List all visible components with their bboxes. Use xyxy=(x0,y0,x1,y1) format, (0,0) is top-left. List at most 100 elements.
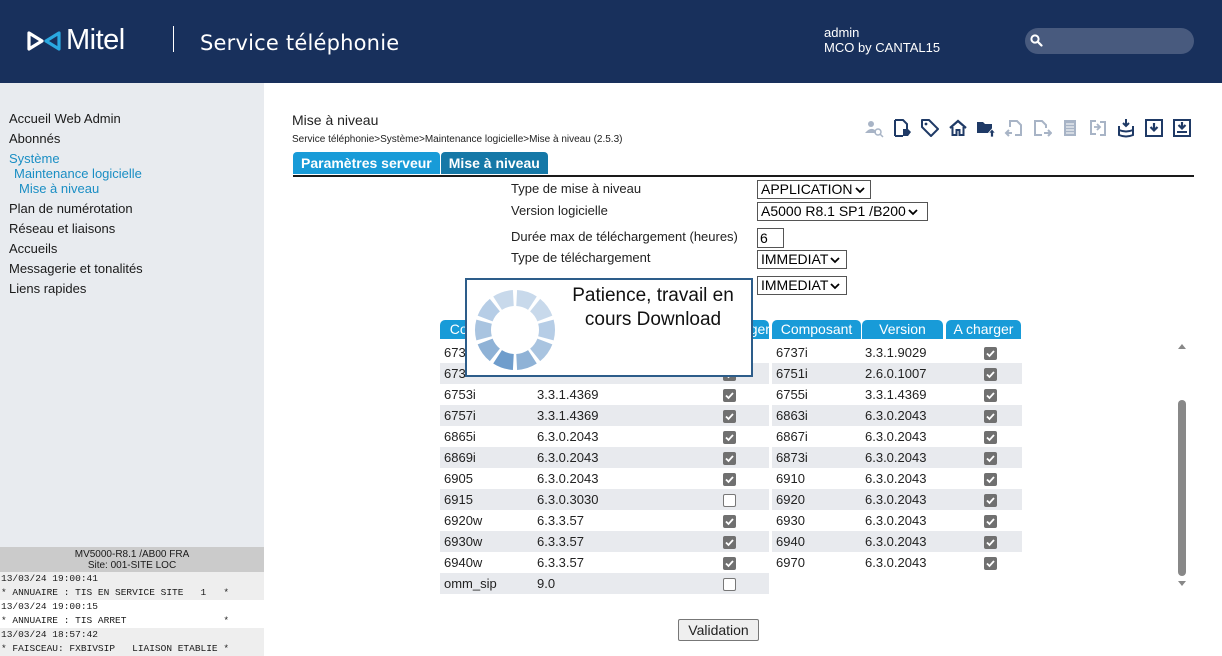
scroll-down-arrow[interactable] xyxy=(1178,581,1186,586)
load-checkbox[interactable] xyxy=(723,536,736,549)
max-duration-input[interactable] xyxy=(757,228,784,248)
table-row: 6863i 6.3.0.2043 xyxy=(772,405,1022,426)
load-checkbox[interactable] xyxy=(984,410,997,423)
sidebar-item-plan-de-numerotation[interactable]: Plan de numérotation xyxy=(9,201,133,216)
save-download-button[interactable] xyxy=(1171,117,1193,139)
sidebar-item-maintenance-logicielle[interactable]: Maintenance logicielle xyxy=(14,166,142,181)
document-export-button[interactable] xyxy=(1031,117,1053,139)
busy-message: Patience, travail en cours Download xyxy=(572,285,734,330)
component-name: 6920 xyxy=(776,492,805,507)
search-icon[interactable] xyxy=(1030,34,1043,47)
load-checkbox[interactable] xyxy=(723,410,736,423)
load-checkbox[interactable] xyxy=(984,389,997,402)
database-download-button[interactable] xyxy=(1115,117,1137,139)
load-checkbox[interactable] xyxy=(723,431,736,444)
spinner-segment xyxy=(477,298,500,322)
component-name: 6753i xyxy=(444,387,476,402)
component-version: 6.3.0.2043 xyxy=(537,429,599,444)
load-checkbox[interactable] xyxy=(984,347,997,360)
load-checkbox[interactable] xyxy=(723,452,736,465)
component-version: 6.3.0.2043 xyxy=(537,471,599,486)
load-checkbox[interactable] xyxy=(723,578,736,591)
load-checkbox[interactable] xyxy=(723,473,736,486)
component-version: 6.3.0.2043 xyxy=(865,408,927,423)
table-row: 6753i 3.3.1.4369 xyxy=(440,384,769,405)
check-icon xyxy=(986,371,995,379)
search-input[interactable] xyxy=(1047,31,1187,51)
activation-type-select[interactable]: IMMEDIAT xyxy=(757,276,847,295)
validation-button[interactable]: Validation xyxy=(678,619,759,641)
chevron-down-icon xyxy=(830,256,841,263)
user-search-button[interactable] xyxy=(863,117,885,139)
sidebar-item-liens-rapides[interactable]: Liens rapides xyxy=(9,281,86,296)
mitel-logo[interactable]: Mitel xyxy=(26,24,125,57)
check-icon xyxy=(725,434,734,442)
load-checkbox[interactable] xyxy=(984,452,997,465)
check-icon xyxy=(986,560,995,568)
software-version-label: Version logicielle xyxy=(511,203,608,218)
page-title: Mise à niveau xyxy=(292,112,379,128)
sidebar-item-messagerie-et-tonalites[interactable]: Messagerie et tonalités xyxy=(9,261,143,276)
table-row: 6920w 6.3.3.57 xyxy=(440,510,769,531)
check-icon xyxy=(725,518,734,526)
load-checkbox[interactable] xyxy=(984,368,997,381)
load-checkbox[interactable] xyxy=(723,494,736,507)
sidebar-item-accueil-web-admin[interactable]: Accueil Web Admin xyxy=(9,111,121,126)
table-row: 6920 6.3.0.2043 xyxy=(772,489,1022,510)
download-box-button[interactable] xyxy=(1143,117,1165,139)
sidebar-item-reseau-et-liaisons[interactable]: Réseau et liaisons xyxy=(9,221,115,236)
document-import-button[interactable] xyxy=(1003,117,1025,139)
check-icon xyxy=(725,560,734,568)
tab-bar: Paramètres serveur Mise à niveau xyxy=(293,152,549,174)
table-row: 6910 6.3.0.2043 xyxy=(772,468,1022,489)
right-header-a-charger: A charger xyxy=(946,320,1021,339)
load-checkbox[interactable] xyxy=(984,557,997,570)
table-row: 6940 6.3.0.2043 xyxy=(772,531,1022,552)
download-type-select[interactable]: IMMEDIAT xyxy=(757,250,847,269)
component-version: 3.3.1.4369 xyxy=(537,387,599,402)
swap-button[interactable] xyxy=(1087,117,1109,139)
load-checkbox[interactable] xyxy=(984,473,997,486)
load-checkbox[interactable] xyxy=(984,536,997,549)
check-icon xyxy=(725,413,734,421)
scroll-up-arrow[interactable] xyxy=(1178,344,1186,349)
software-version-select[interactable]: A5000 R8.1 SP1 /B200 xyxy=(757,202,928,221)
list-button[interactable] xyxy=(1059,117,1081,139)
user-name: admin xyxy=(824,25,860,40)
brand-name: Mitel xyxy=(66,24,125,56)
log-entry: 13/03/24 19:00:41 * ANNUAIRE : TIS EN SE… xyxy=(0,572,264,600)
load-checkbox[interactable] xyxy=(723,515,736,528)
component-version: 6.3.0.3030 xyxy=(537,492,599,507)
sidebar-item-systeme[interactable]: Système xyxy=(9,151,60,166)
tab-parametres-serveur[interactable]: Paramètres serveur xyxy=(293,152,440,174)
scrollbar[interactable] xyxy=(1176,338,1188,593)
tab-mise-a-niveau[interactable]: Mise à niveau xyxy=(440,152,548,174)
load-checkbox[interactable] xyxy=(723,389,736,402)
component-version: 6.3.3.57 xyxy=(537,513,584,528)
load-checkbox[interactable] xyxy=(984,431,997,444)
tag-icon xyxy=(921,119,939,137)
scroll-thumb[interactable] xyxy=(1178,400,1186,576)
upgrade-type-select[interactable]: APPLICATION xyxy=(757,180,871,199)
sidebar-item-mise-a-niveau[interactable]: Mise à niveau xyxy=(19,181,99,196)
sidebar-item-abonnes[interactable]: Abonnés xyxy=(9,131,60,146)
component-name: 6910 xyxy=(776,471,805,486)
right-header-composant: Composant xyxy=(772,320,861,339)
spinner-segment xyxy=(477,338,500,362)
document-tag-button[interactable] xyxy=(891,117,913,139)
search-box[interactable] xyxy=(1025,28,1194,54)
check-icon xyxy=(986,497,995,505)
table-row: 6873i 6.3.0.2043 xyxy=(772,447,1022,468)
load-checkbox[interactable] xyxy=(984,494,997,507)
right-header-version: Version xyxy=(862,320,943,339)
component-name: 6920w xyxy=(444,513,483,528)
folder-upload-button[interactable] xyxy=(975,117,997,139)
tag-button[interactable] xyxy=(919,117,941,139)
home-button[interactable] xyxy=(947,117,969,139)
sidebar-item-accueils[interactable]: Accueils xyxy=(9,241,57,256)
component-version: 6.3.3.57 xyxy=(537,534,584,549)
load-checkbox[interactable] xyxy=(723,557,736,570)
component-name: 6869i xyxy=(444,450,476,465)
load-checkbox[interactable] xyxy=(984,515,997,528)
check-icon xyxy=(725,539,734,547)
